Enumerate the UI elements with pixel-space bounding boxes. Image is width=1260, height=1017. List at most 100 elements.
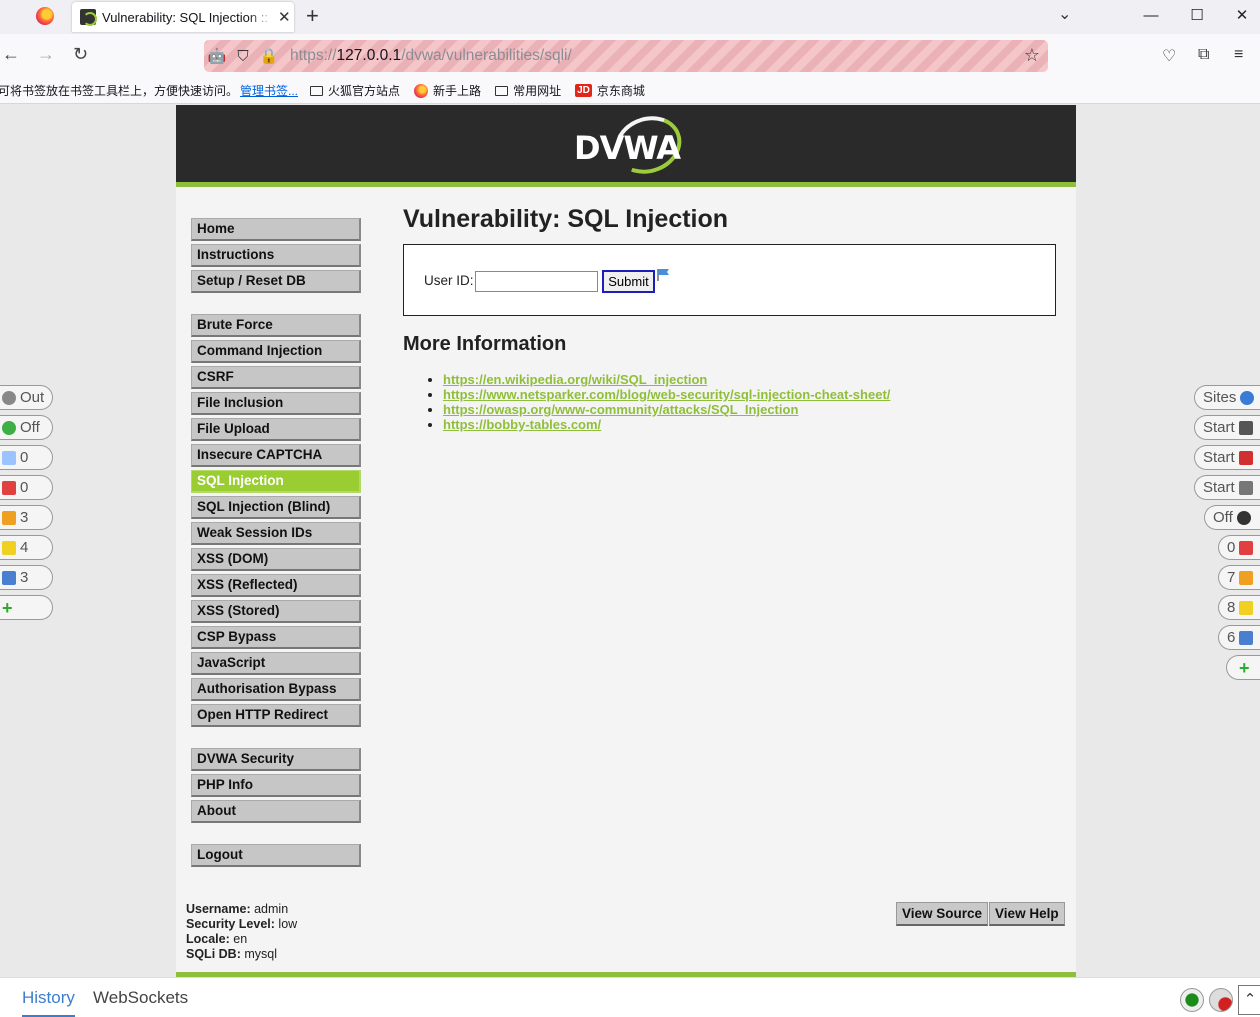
- system-info: Username: admin Security Level: low Loca…: [186, 902, 297, 962]
- folder-icon: [310, 85, 324, 96]
- hud-alerts-informational-button[interactable]: 3: [0, 565, 54, 590]
- firefox-icon[interactable]: [36, 7, 54, 25]
- menu-item-xss-dom[interactable]: XSS (DOM): [191, 548, 361, 571]
- hud-alerts-low-button[interactable]: 4: [0, 535, 54, 560]
- menu-item-insecure-captcha[interactable]: Insecure CAPTCHA: [191, 444, 361, 467]
- hud-spider-button[interactable]: Start: [1194, 415, 1260, 440]
- lock-icon[interactable]: 🔒: [256, 47, 282, 65]
- menu-item-csrf[interactable]: CSRF: [191, 366, 361, 389]
- url-bar[interactable]: 🤖 ⛉ 🔒 https://127.0.0.1/dvwa/vulnerabili…: [204, 40, 1048, 72]
- menu-item-authorisation-bypass[interactable]: Authorisation Bypass: [191, 678, 361, 701]
- chevron-up-icon[interactable]: ⌃: [1238, 985, 1260, 1015]
- user-id-input[interactable]: [475, 271, 598, 292]
- security-level-value: low: [278, 917, 298, 931]
- hud-alerts-info-button[interactable]: 0: [0, 445, 54, 470]
- hud-page-alerts-medium-button[interactable]: 7: [1218, 565, 1260, 590]
- robot-icon[interactable]: 🤖: [204, 47, 230, 65]
- menu-item-logout[interactable]: Logout: [191, 844, 361, 867]
- manage-bookmarks-link[interactable]: 管理书签...: [240, 82, 298, 99]
- hud-page-alerts-high-button[interactable]: 0: [1218, 535, 1260, 560]
- view-source-button[interactable]: View Source: [896, 902, 989, 926]
- sqli-db-label: SQLi DB:: [186, 947, 241, 961]
- menu-item-home[interactable]: Home: [191, 218, 361, 241]
- settings-alert-icon[interactable]: [1209, 988, 1233, 1012]
- hud-flag-icon[interactable]: [657, 268, 671, 282]
- menu-block: Brute Force Command Injection CSRF File Inc…: [191, 314, 361, 727]
- url-text[interactable]: https://127.0.0.1/dvwa/vulnerabilities/s…: [290, 47, 572, 65]
- back-button[interactable]: ←: [2, 44, 20, 65]
- menu-item-dvwa-security[interactable]: DVWA Security: [191, 748, 361, 771]
- hud-add-tool-button[interactable]: +: [0, 595, 54, 620]
- orange-flag-icon: [2, 510, 16, 525]
- page-viewport: Out Off 0 0 3 4 3 + DVWA Home Instruction…: [0, 105, 1260, 977]
- menu-item-file-upload[interactable]: File Upload: [191, 418, 361, 441]
- reference-link[interactable]: https://www.netsparker.com/blog/web-secu…: [443, 387, 890, 402]
- menu-item-setup-reset-db[interactable]: Setup / Reset DB: [191, 270, 361, 293]
- plus-icon: +: [1239, 657, 1250, 678]
- hud-page-alerts-low-button[interactable]: 8: [1218, 595, 1260, 620]
- hud-add-tool-button[interactable]: +: [1226, 655, 1260, 680]
- red-spider-icon: [1238, 450, 1253, 465]
- reference-link[interactable]: https://en.wikipedia.org/wiki/SQL_inject…: [443, 372, 707, 387]
- hud-ajax-spider-button[interactable]: Start: [1194, 475, 1260, 500]
- hud-page-alerts-info-button[interactable]: 6: [1218, 625, 1260, 650]
- hud-break-button[interactable]: Off: [0, 415, 54, 440]
- bookmark-item[interactable]: 火狐官方站点: [310, 82, 400, 99]
- menu-item-csp-bypass[interactable]: CSP Bypass: [191, 626, 361, 649]
- reference-link[interactable]: https://bobby-tables.com/: [443, 417, 601, 432]
- close-tab-icon[interactable]: ✕: [278, 8, 291, 26]
- reload-button[interactable]: ↻: [73, 44, 88, 65]
- bookmark-item[interactable]: JD 京东商城: [575, 82, 645, 99]
- menu-item-instructions[interactable]: Instructions: [191, 244, 361, 267]
- tab-history[interactable]: History: [22, 988, 75, 1017]
- shield-icon[interactable]: ⛉: [230, 48, 256, 65]
- green-status-icon[interactable]: [1180, 988, 1204, 1012]
- minimize-button[interactable]: —: [1128, 2, 1174, 30]
- dvwa-favicon-icon: [80, 9, 97, 26]
- menu-item-about[interactable]: About: [191, 800, 361, 823]
- red-flag-icon: [1239, 540, 1254, 555]
- menu-item-javascript[interactable]: JavaScript: [191, 652, 361, 675]
- hud-alerts-high-button[interactable]: 0: [0, 475, 54, 500]
- hud-alerts-medium-button[interactable]: 3: [0, 505, 54, 530]
- tab-active[interactable]: Vulnerability: SQL Injection :: ✕: [72, 2, 294, 32]
- menu-item-xss-reflected[interactable]: XSS (Reflected): [191, 574, 361, 597]
- hud-attack-mode-button[interactable]: Off: [1204, 505, 1260, 530]
- hud-right-panel: Sites Start Start Start Off 0 7 8 6 +: [1194, 385, 1260, 685]
- locale-value: en: [233, 932, 248, 946]
- menu-item-sql-injection-blind[interactable]: SQL Injection (Blind): [191, 496, 361, 519]
- view-help-button[interactable]: View Help: [989, 902, 1065, 926]
- menu-item-xss-stored[interactable]: XSS (Stored): [191, 600, 361, 623]
- menu-item-sql-injection[interactable]: SQL Injection: [191, 470, 361, 493]
- menu-item-weak-session-ids[interactable]: Weak Session IDs: [191, 522, 361, 545]
- menu-item-brute-force[interactable]: Brute Force: [191, 314, 361, 337]
- new-tab-button[interactable]: +: [306, 3, 319, 29]
- list-item: https://bobby-tables.com/: [443, 417, 1063, 432]
- forward-button[interactable]: →: [37, 44, 55, 65]
- menu-item-open-http-redirect[interactable]: Open HTTP Redirect: [191, 704, 361, 727]
- maximize-button[interactable]: ☐: [1174, 2, 1220, 30]
- hud-scope-button[interactable]: Out: [0, 385, 54, 410]
- reference-link[interactable]: https://owasp.org/www-community/attacks/…: [443, 402, 798, 417]
- menu-item-command-injection[interactable]: Command Injection: [191, 340, 361, 363]
- dvwa-container: DVWA Home Instructions Setup / Reset DB Bru…: [176, 105, 1076, 977]
- extensions-icon[interactable]: ⧉: [1198, 46, 1209, 64]
- hud-sites-button[interactable]: Sites: [1194, 385, 1260, 410]
- bookmark-item[interactable]: 常用网址: [495, 82, 561, 99]
- close-window-button[interactable]: ✕: [1219, 2, 1260, 30]
- bookmark-item[interactable]: 新手上路: [414, 82, 481, 99]
- bookmark-star-icon[interactable]: ☆: [1024, 45, 1040, 66]
- tab-websockets[interactable]: WebSockets: [93, 988, 188, 1008]
- menu-item-file-inclusion[interactable]: File Inclusion: [191, 392, 361, 415]
- bookmarks-toolbar: 可将书签放在书签工具栏上，方便快速访问。 管理书签... 火狐官方站点 新手上路…: [0, 78, 1260, 104]
- submit-button[interactable]: Submit: [602, 270, 655, 293]
- menu-icon[interactable]: ≡: [1234, 46, 1243, 64]
- crosshair-icon: [1236, 510, 1251, 525]
- menu-block: DVWA Security PHP Info About: [191, 748, 361, 823]
- menu-item-php-info[interactable]: PHP Info: [191, 774, 361, 797]
- chevron-down-icon[interactable]: ⌄: [1058, 4, 1071, 24]
- break-icon: [2, 420, 16, 435]
- pocket-icon[interactable]: ♡: [1162, 46, 1176, 66]
- hud-active-scan-button[interactable]: Start: [1194, 445, 1260, 470]
- locale-label: Locale:: [186, 932, 230, 946]
